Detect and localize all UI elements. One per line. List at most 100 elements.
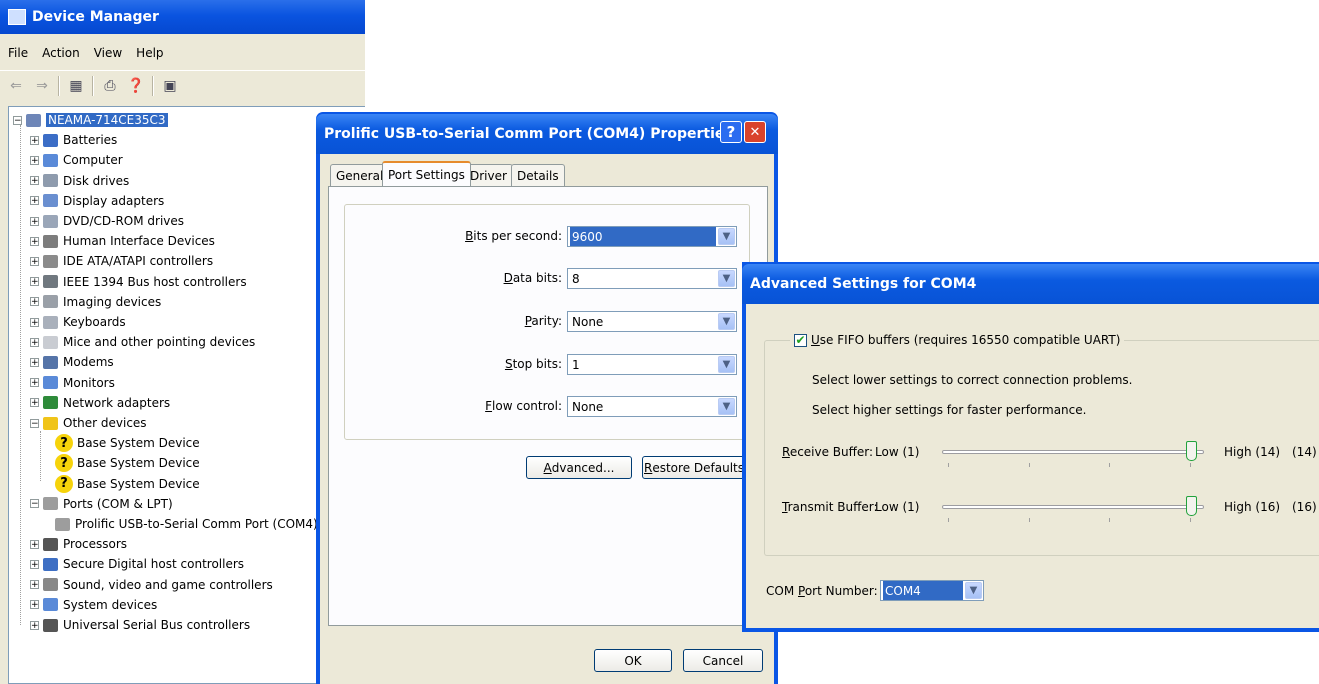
keyboard-icon	[43, 315, 58, 329]
forward-arrow-icon[interactable]: ⇒	[32, 76, 52, 96]
print-icon[interactable]: ⎙	[100, 76, 120, 96]
expand-icon[interactable]: +	[30, 357, 39, 367]
device-tree[interactable]: − NEAMA-714CE35C3 + Batteries + Computer + Disk…	[8, 106, 365, 684]
expand-icon[interactable]: +	[30, 297, 39, 307]
expand-icon[interactable]: +	[30, 559, 39, 569]
advanced-button[interactable]: Advanced...	[526, 456, 632, 479]
dvd-drive-icon	[43, 214, 58, 228]
tree-item[interactable]: + Batteries	[30, 131, 117, 149]
field-select[interactable]: None ▼	[567, 396, 737, 417]
restore-defaults-button[interactable]: Restore Defaults	[642, 456, 746, 479]
expand-icon[interactable]: +	[30, 580, 39, 590]
tree-item[interactable]: + Processors	[30, 535, 127, 553]
help-button[interactable]: ?	[720, 121, 742, 143]
fifo-checkbox[interactable]: ✔	[794, 333, 807, 347]
tree-item[interactable]: + Imaging devices	[30, 293, 161, 311]
receive-value: (14)	[1292, 445, 1317, 459]
scan-hardware-icon[interactable]: ▣	[160, 76, 180, 96]
tree-item[interactable]: + Network adapters	[30, 394, 170, 412]
field-select[interactable]: 9600 ▼	[567, 226, 737, 247]
toolbar-separator	[92, 75, 94, 96]
tree-item[interactable]: + DVD/CD-ROM drives	[30, 212, 184, 230]
tab-details[interactable]: Details	[511, 164, 565, 186]
tree-item[interactable]: + Display adapters	[30, 192, 164, 210]
collapse-icon[interactable]: −	[30, 499, 39, 509]
menu-help[interactable]: Help	[136, 46, 163, 60]
tree-item[interactable]: + Monitors	[30, 374, 115, 392]
properties-title-bar[interactable]: Prolific USB-to-Serial Comm Port (COM4) …	[316, 114, 778, 154]
tree-item[interactable]: + Sound, video and game controllers	[30, 576, 273, 594]
tree-item[interactable]: + Secure Digital host controllers	[30, 555, 244, 573]
tab-port-settings[interactable]: Port Settings	[382, 161, 471, 186]
expand-icon[interactable]: +	[30, 398, 39, 408]
expand-icon[interactable]: +	[30, 236, 39, 246]
transmit-slider-thumb[interactable]	[1186, 496, 1197, 516]
expand-icon[interactable]: +	[30, 337, 39, 347]
hid-icon	[43, 234, 58, 248]
ok-button[interactable]: OK	[594, 649, 672, 672]
expand-icon[interactable]: +	[30, 155, 39, 165]
expand-icon[interactable]: +	[30, 277, 39, 287]
cancel-button[interactable]: Cancel	[683, 649, 763, 672]
tree-item[interactable]: + System devices	[30, 596, 157, 614]
device-manager-title-bar[interactable]: Device Manager	[0, 0, 365, 34]
chevron-down-icon[interactable]: ▼	[718, 313, 735, 330]
tree-item[interactable]: + Mice and other pointing devices	[30, 333, 255, 351]
back-arrow-icon[interactable]: ⇐	[6, 76, 26, 96]
tab-driver[interactable]: Driver	[464, 164, 513, 186]
tree-item[interactable]: + Disk drives	[30, 172, 129, 190]
tree-item[interactable]: ? Base System Device	[55, 434, 200, 453]
collapse-icon[interactable]: −	[30, 418, 39, 428]
chevron-down-icon[interactable]: ▼	[718, 356, 735, 373]
help-icon[interactable]: ❓	[126, 76, 146, 96]
fifo-option[interactable]: ✔ Use FIFO buffers (requires 16550 compa…	[790, 331, 1125, 349]
field-select[interactable]: None ▼	[567, 311, 737, 332]
tree-item[interactable]: + IDE ATA/ATAPI controllers	[30, 252, 213, 270]
expand-icon[interactable]: +	[30, 539, 39, 549]
tree-item[interactable]: + Modems	[30, 353, 114, 371]
tree-item[interactable]: + IEEE 1394 Bus host controllers	[30, 273, 247, 291]
properties-icon[interactable]: ▦	[66, 76, 86, 96]
chevron-down-icon[interactable]: ▼	[718, 398, 735, 415]
chevron-down-icon[interactable]: ▼	[965, 582, 982, 599]
transmit-slider-track[interactable]	[942, 505, 1204, 509]
receive-slider-thumb[interactable]	[1186, 441, 1197, 461]
com-port-select[interactable]: COM4 ▼	[880, 580, 984, 601]
receive-slider-track[interactable]	[942, 450, 1204, 454]
tree-item[interactable]: + Universal Serial Bus controllers	[30, 616, 250, 634]
tree-item[interactable]: Prolific USB-to-Serial Comm Port (COM4)	[55, 515, 318, 533]
collapse-icon[interactable]: −	[13, 115, 22, 125]
expand-icon[interactable]: +	[30, 176, 39, 186]
expand-icon[interactable]: +	[30, 135, 39, 145]
expand-icon[interactable]: +	[30, 216, 39, 226]
slider-tick	[948, 518, 949, 522]
ieee1394-icon	[43, 275, 58, 289]
expand-icon[interactable]: +	[30, 317, 39, 327]
tree-item[interactable]: ? Base System Device	[55, 454, 200, 473]
tree-root[interactable]: − NEAMA-714CE35C3	[13, 111, 168, 129]
chevron-down-icon[interactable]: ▼	[718, 270, 735, 287]
advanced-title-bar[interactable]: Advanced Settings for COM4	[742, 264, 1319, 304]
chevron-down-icon[interactable]: ▼	[718, 228, 735, 245]
port-icon	[55, 517, 70, 531]
tree-item[interactable]: + Keyboards	[30, 313, 126, 331]
tree-item-label: Universal Serial Bus controllers	[63, 618, 251, 632]
expand-icon[interactable]: +	[30, 378, 39, 388]
tree-item[interactable]: + Human Interface Devices	[30, 232, 215, 250]
tree-item[interactable]: + Computer	[30, 151, 123, 169]
menu-view[interactable]: View	[94, 46, 122, 60]
menu-action[interactable]: Action	[42, 46, 80, 60]
field-select[interactable]: 8 ▼	[567, 268, 737, 289]
expand-icon[interactable]: +	[30, 256, 39, 266]
tab-general[interactable]: General	[330, 164, 390, 186]
tree-item[interactable]: ? Base System Device	[55, 474, 200, 493]
menu-file[interactable]: File	[8, 46, 28, 60]
tree-item[interactable]: − Other devices	[30, 414, 147, 432]
close-button[interactable]: ✕	[744, 121, 766, 143]
expand-icon[interactable]: +	[30, 196, 39, 206]
transmit-low-label: Low (1)	[875, 500, 920, 514]
expand-icon[interactable]: +	[30, 600, 39, 610]
field-select[interactable]: 1 ▼	[567, 354, 737, 375]
tree-item[interactable]: − Ports (COM & LPT)	[30, 495, 173, 513]
expand-icon[interactable]: +	[30, 620, 39, 630]
